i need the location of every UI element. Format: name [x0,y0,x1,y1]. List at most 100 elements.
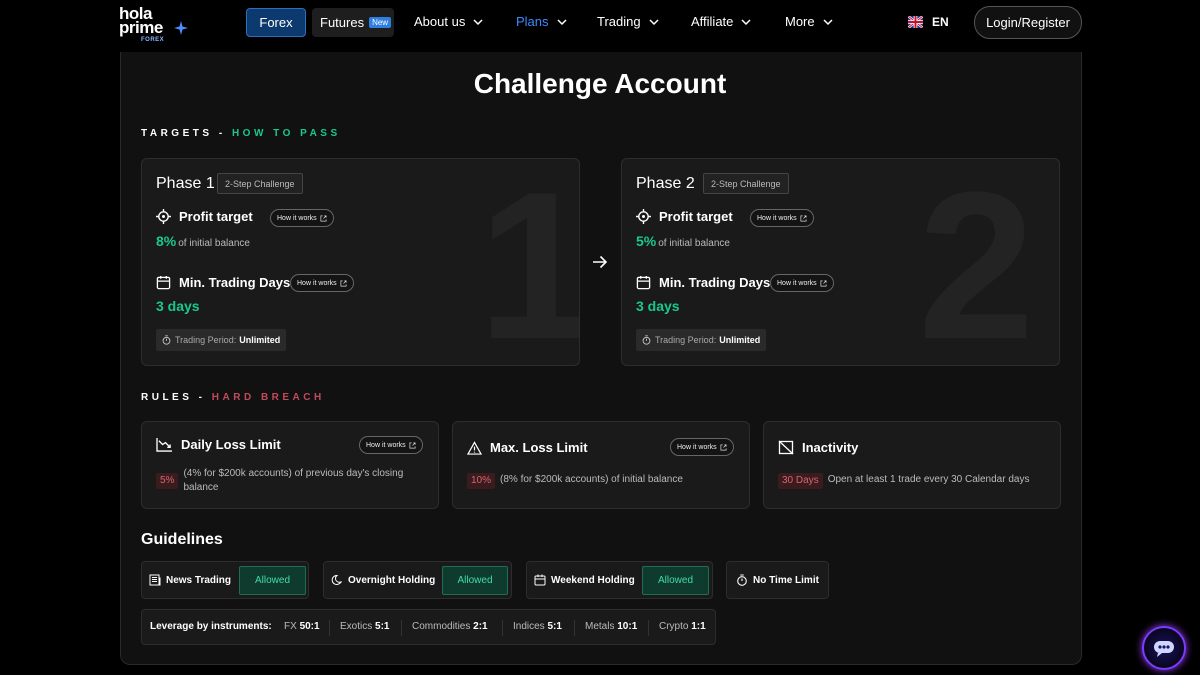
leverage-name: FX [284,621,297,632]
min-days-label: Min. Trading Days [636,275,770,290]
nav-trading-label: Trading [597,14,641,29]
how-it-works-label: How it works [777,279,817,287]
nav-trading[interactable]: Trading [597,14,659,29]
nav-plans[interactable]: Plans [516,14,567,29]
min-days-text: Min. Trading Days [179,275,291,290]
guideline-label: News Trading [166,574,232,586]
rule-desc: 30 Days Open at least 1 trade every 30 C… [778,473,1029,489]
chat-icon [1154,641,1174,657]
external-link-icon [409,442,416,448]
divider [401,620,402,636]
max-loss-card: Max. Loss Limit How it works 10% (8% for… [452,421,750,509]
phase-1-card: 1 Phase 1 2-Step Challenge Profit target… [141,158,580,366]
leverage-ratio: 10:1 [617,621,638,632]
chevron-down-icon [649,18,659,25]
nav-plans-label: Plans [516,14,549,29]
forex-label: Forex [259,15,293,30]
guideline-label: No Time Limit [753,574,819,586]
rules-label: RULES - [141,392,212,403]
min-days-value: 3 days [156,298,200,314]
phase-number-bg: 1 [478,161,579,366]
rule-title-text: Max. Loss Limit [490,440,588,455]
guideline-label: Overnight Holding [348,574,436,586]
rule-title: Daily Loss Limit [156,437,281,452]
guidelines-heading: Guidelines [141,531,223,548]
leverage-bar: Leverage by instruments: FX 50:1 Exotics… [141,609,716,645]
page-title: Challenge Account [473,68,727,99]
rule-desc: 5% (4% for $200k accounts) of previous d… [156,467,406,495]
profit-target-text: Profit target [659,209,733,224]
language-selector[interactable]: EN [908,15,949,29]
external-link-icon [820,280,827,286]
leverage-item: Exotics 5:1 [340,621,389,632]
how-it-works-button[interactable]: How it works [359,436,423,454]
rule-desc-text: (4% for $200k accounts) of previous day'… [183,468,404,493]
divider [574,620,575,636]
guideline-label: Weekend Holding [551,574,635,586]
trading-period-badge: Trading Period: Unlimited [636,329,767,351]
rules-accent: HARD BREACH [211,392,325,403]
chat-widget-button[interactable] [1142,626,1186,670]
rule-title: Inactivity [778,440,858,455]
leverage-item: Commodities 2:1 [412,621,488,632]
leverage-name: Crypto [659,621,689,632]
how-it-works-label: How it works [366,441,406,449]
profit-target-text: Profit target [179,209,253,224]
inactivity-icon [778,440,794,455]
period-value: Unlimited [239,335,281,345]
chart-down-icon [156,437,172,452]
arrow-right-icon [593,255,608,269]
allowed-badge: Allowed [642,566,709,595]
targets-heading: TARGETS - HOW TO PASS [141,128,341,139]
min-days-label: Min. Trading Days [156,275,290,290]
nav-about[interactable]: About us [414,14,483,29]
futures-button[interactable]: Futures New [312,8,394,37]
logo-text-2: prime [119,18,163,37]
rules-heading: RULES - HARD BREACH [141,392,325,403]
external-link-icon [720,444,727,450]
leverage-ratio: 5:1 [547,621,562,632]
period-label: Trading Period: [655,335,717,345]
how-it-works-button[interactable]: How it works [770,274,834,292]
chevron-down-icon [557,18,567,25]
rule-badge: 30 Days [778,473,823,489]
inactivity-card: Inactivity 30 Days Open at least 1 trade… [763,421,1061,509]
challenge-tag: 2-Step Challenge [217,173,303,194]
leverage-item: FX 50:1 [284,621,320,632]
rule-title-text: Inactivity [802,440,859,455]
profit-target-value: 8% of initial balance [156,233,250,249]
leverage-name: Commodities [412,621,471,632]
allowed-badge: Allowed [239,566,306,595]
divider [648,620,649,636]
logo[interactable]: hola prime FOREX [119,5,191,43]
rule-desc: 10% (8% for $200k accounts) of initial b… [467,473,683,489]
leverage-item: Crypto 1:1 [659,621,706,632]
login-register-button[interactable]: Login/Register [974,6,1082,39]
nav-affiliate[interactable]: Affiliate [691,14,751,29]
chevron-down-icon [741,18,751,25]
rule-badge: 5% [156,473,179,489]
targets-label: TARGETS - [141,128,232,139]
min-days-value: 3 days [636,298,680,314]
warning-icon [467,440,482,455]
how-it-works-button[interactable]: How it works [270,209,334,227]
how-it-works-label: How it works [677,443,717,451]
profit-sub: of initial balance [658,238,730,249]
how-it-works-button[interactable]: How it works [290,274,354,292]
stopwatch-icon [162,335,171,345]
leverage-name: Indices [513,621,545,632]
leverage-item: Indices 5:1 [513,621,562,632]
nav-more-label: More [785,14,815,29]
calendar-icon [534,574,546,586]
period-label: Trading Period: [175,335,237,345]
divider [502,620,503,636]
leverage-ratio: 2:1 [473,621,488,632]
nav-more[interactable]: More [785,14,833,29]
external-link-icon [800,215,807,221]
phase-2-card: 2 Phase 2 2-Step Challenge Profit target… [621,158,1060,366]
stopwatch-icon [642,335,651,345]
futures-label: Futures [320,15,365,30]
how-it-works-button[interactable]: How it works [750,209,814,227]
forex-button[interactable]: Forex [246,8,306,37]
how-it-works-button[interactable]: How it works [670,438,734,456]
